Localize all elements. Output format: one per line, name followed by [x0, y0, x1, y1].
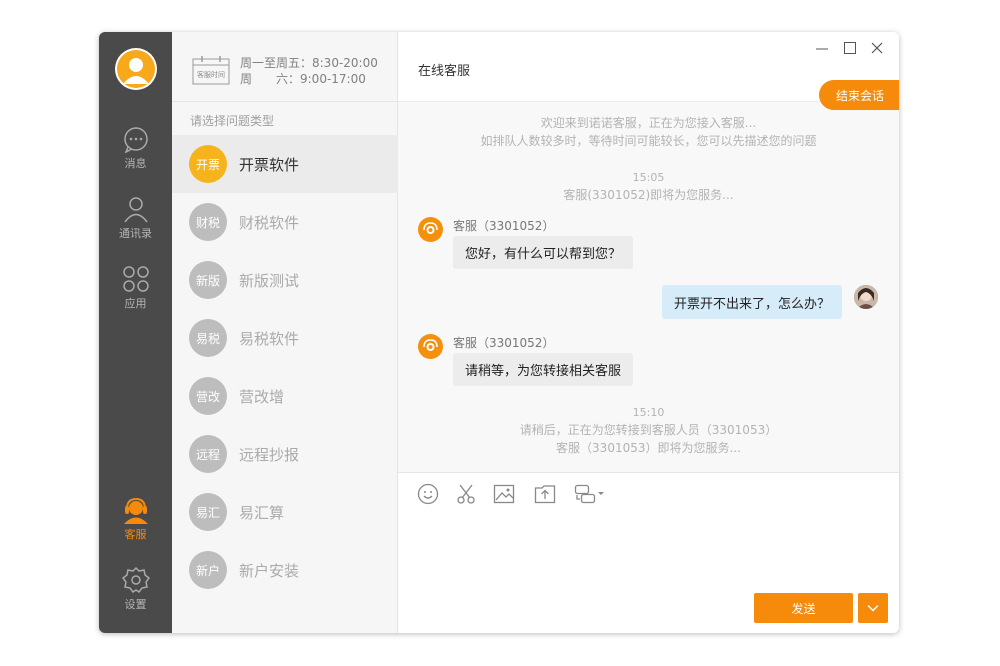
category-name: 财税软件	[239, 213, 300, 232]
end-session-button[interactable]: 结束会话	[819, 80, 899, 110]
agent-name: 客服（3301052）	[453, 219, 555, 233]
emoji-button[interactable]	[417, 483, 439, 505]
message-input[interactable]	[398, 514, 899, 594]
category-name: 新户安装	[239, 561, 300, 580]
calendar-icon: 客服时间	[192, 55, 230, 89]
chat-window: 消息 通讯录 应用 客服 设置 客服时间 周一至周五：8:30-20:00 周 …	[99, 32, 899, 633]
apps-icon	[99, 265, 172, 293]
input-toolbar	[398, 472, 899, 514]
nav-label: 应用	[124, 297, 147, 310]
close-button[interactable]	[869, 40, 885, 56]
timestamp: 15:10	[632, 406, 665, 419]
nav-apps[interactable]: 应用	[99, 265, 172, 311]
agent-avatar-icon	[418, 334, 443, 359]
category-badge: 易税	[189, 319, 227, 357]
user-avatar	[854, 285, 878, 309]
agent-message: 请稍等，为您转接相关客服	[453, 353, 634, 386]
image-button[interactable]	[493, 483, 515, 505]
category-panel: 客服时间 周一至周五：8:30-20:00 周 六：9:00-17:00 请选择…	[172, 32, 398, 633]
category-name: 新版测试	[239, 271, 300, 290]
nav-contacts[interactable]: 通讯录	[99, 195, 172, 241]
category-item[interactable]: 易汇 易汇算	[172, 483, 398, 541]
category-badge: 远程	[189, 435, 227, 473]
send-options-button[interactable]	[858, 593, 888, 623]
message-list[interactable]: 欢迎来到诺诺客服，正在为您接入客服... 如排队人数较多时，等待时间可能较长，您…	[398, 102, 899, 472]
category-badge: 新户	[189, 551, 227, 589]
customer-service-icon	[99, 496, 172, 524]
category-item[interactable]: 新版 新版测试	[172, 251, 398, 309]
user-avatar-icon	[117, 50, 155, 88]
category-badge: 营改	[189, 377, 227, 415]
category-item[interactable]: 财税 财税软件	[172, 193, 398, 251]
category-item[interactable]: 易税 易税软件	[172, 309, 398, 367]
image-icon	[493, 484, 515, 504]
nav-messages[interactable]: 消息	[99, 125, 172, 171]
gear-icon	[99, 566, 172, 594]
maximize-button[interactable]	[842, 40, 858, 56]
nav-rail: 消息 通讯录 应用 客服 设置	[99, 32, 172, 633]
avatar[interactable]	[115, 48, 157, 90]
nav-settings[interactable]: 设置	[99, 566, 172, 612]
chat-bubble-icon	[99, 125, 172, 153]
agent-name: 客服（3301052）	[453, 336, 555, 350]
hours-text: 周一至周五：8:30-20:00 周 六：9:00-17:00	[240, 55, 378, 87]
scissors-icon	[457, 484, 475, 504]
category-badge: 易汇	[189, 493, 227, 531]
user-message: 开票开不出来了，怎么办？	[661, 285, 842, 319]
hours-saturday: 周 六：9:00-17:00	[240, 72, 366, 86]
upload-file-icon	[534, 485, 556, 504]
nav-label: 通讯录	[119, 227, 152, 240]
screenshot-button[interactable]	[455, 483, 477, 505]
chevron-down-icon	[867, 604, 879, 612]
upload-file-button[interactable]	[534, 483, 556, 505]
category-name: 开票软件	[239, 155, 300, 174]
category-name: 易税软件	[239, 329, 300, 348]
category-item[interactable]: 远程 远程抄报	[172, 425, 398, 483]
system-message: 客服(3301052)即将为您服务...	[563, 188, 734, 202]
page-title: 在线客服	[418, 64, 471, 79]
category-name: 易汇算	[239, 503, 285, 522]
category-badge: 新版	[189, 261, 227, 299]
system-message: 请稍后，正在为您转接到客服人员（3301053）	[519, 423, 778, 437]
category-name: 营改增	[239, 387, 285, 406]
agent-message: 您好，有什么可以帮到您？	[453, 236, 634, 269]
hours-weekday: 周一至周五：8:30-20:00	[240, 56, 378, 70]
nav-customer-service[interactable]: 客服	[99, 496, 172, 542]
system-message: 欢迎来到诺诺客服，正在为您接入客服...	[540, 116, 757, 130]
close-icon	[871, 42, 883, 54]
send-button[interactable]: 发送	[754, 593, 853, 623]
category-badge: 财税	[189, 203, 227, 241]
nav-label: 客服	[124, 528, 147, 541]
transfer-button[interactable]	[574, 483, 606, 505]
emoji-icon	[417, 483, 439, 505]
service-hours: 客服时间 周一至周五：8:30-20:00 周 六：9:00-17:00	[172, 32, 398, 102]
system-message: 如排队人数较多时，等待时间可能较长，您可以先描述您的问题	[480, 134, 817, 148]
category-prompt: 请选择问题类型	[190, 114, 275, 128]
transfer-icon	[574, 484, 604, 504]
category-item[interactable]: 开票 开票软件	[172, 135, 398, 193]
minimize-button[interactable]	[814, 40, 830, 56]
calendar-label: 客服时间	[197, 70, 225, 79]
timestamp: 15:05	[632, 171, 665, 184]
nav-label: 消息	[124, 157, 147, 170]
category-name: 远程抄报	[239, 445, 300, 464]
category-item[interactable]: 营改 营改增	[172, 367, 398, 425]
chat-panel: 在线客服 欢迎来到诺诺客服，正在为您接入客服... 如排队人数较多时，等待时间可…	[398, 32, 899, 633]
nav-label: 设置	[124, 598, 147, 611]
agent-avatar-icon	[418, 217, 443, 242]
system-message: 客服（3301053）即将为您服务...	[556, 441, 741, 455]
category-badge: 开票	[189, 145, 227, 183]
contacts-icon	[99, 195, 172, 223]
category-item[interactable]: 新户 新户安装	[172, 541, 398, 599]
